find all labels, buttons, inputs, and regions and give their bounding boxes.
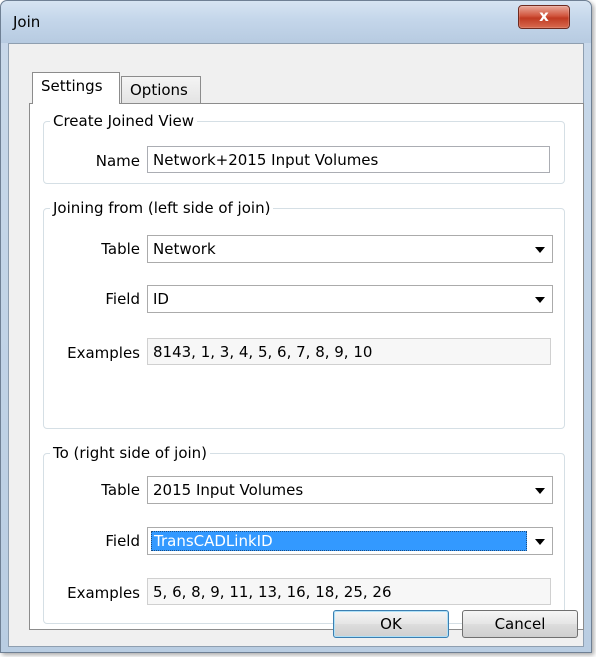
right-table-value: 2015 Input Volumes [153,481,304,499]
group-joining-from: Joining from (left side of join) [43,199,565,429]
right-examples-field: 5, 6, 8, 9, 11, 13, 16, 18, 25, 26 [147,578,551,605]
left-field-value: ID [153,290,169,308]
settings-panel: Create Joined View Name Network+2015 Inp… [29,103,584,630]
left-field-select[interactable]: ID [147,285,553,313]
right-table-label: Table [101,481,140,499]
left-table-value: Network [153,240,216,258]
ok-button[interactable]: OK [333,610,449,638]
chevron-down-icon [535,247,545,253]
title-bar[interactable]: Join x [1,1,591,43]
name-input[interactable]: Network+2015 Input Volumes [147,146,550,173]
name-label: Name [95,152,140,170]
right-field-label: Field [105,532,140,550]
cancel-button[interactable]: Cancel [462,610,578,638]
right-table-select[interactable]: 2015 Input Volumes [147,476,553,504]
window-title: Join [13,13,41,31]
chevron-down-icon [535,539,545,545]
join-dialog: Join x Settings Options Create Joined Vi… [0,0,592,653]
group-legend: Joining from (left side of join) [53,199,271,217]
tab-settings[interactable]: Settings [32,72,120,104]
left-examples-field: 8143, 1, 3, 4, 5, 6, 7, 8, 9, 10 [147,338,551,365]
left-examples-label: Examples [67,344,140,362]
dialog-client-area: Settings Options Create Joined View Name… [8,43,584,647]
tab-options[interactable]: Options [121,76,201,104]
right-examples-label: Examples [67,584,140,602]
left-table-label: Table [101,240,140,258]
group-legend: To (right side of join) [53,444,208,462]
close-icon: x [539,7,549,25]
left-table-select[interactable]: Network [147,235,553,263]
right-field-select[interactable]: TransCADLinkID [147,527,553,555]
selection-highlight: TransCADLinkID [151,531,527,551]
group-legend: Create Joined View [53,112,194,130]
close-button[interactable]: x [518,5,570,29]
left-field-label: Field [105,290,140,308]
chevron-down-icon [535,488,545,494]
chevron-down-icon [535,297,545,303]
right-field-value: TransCADLinkID [154,532,273,550]
